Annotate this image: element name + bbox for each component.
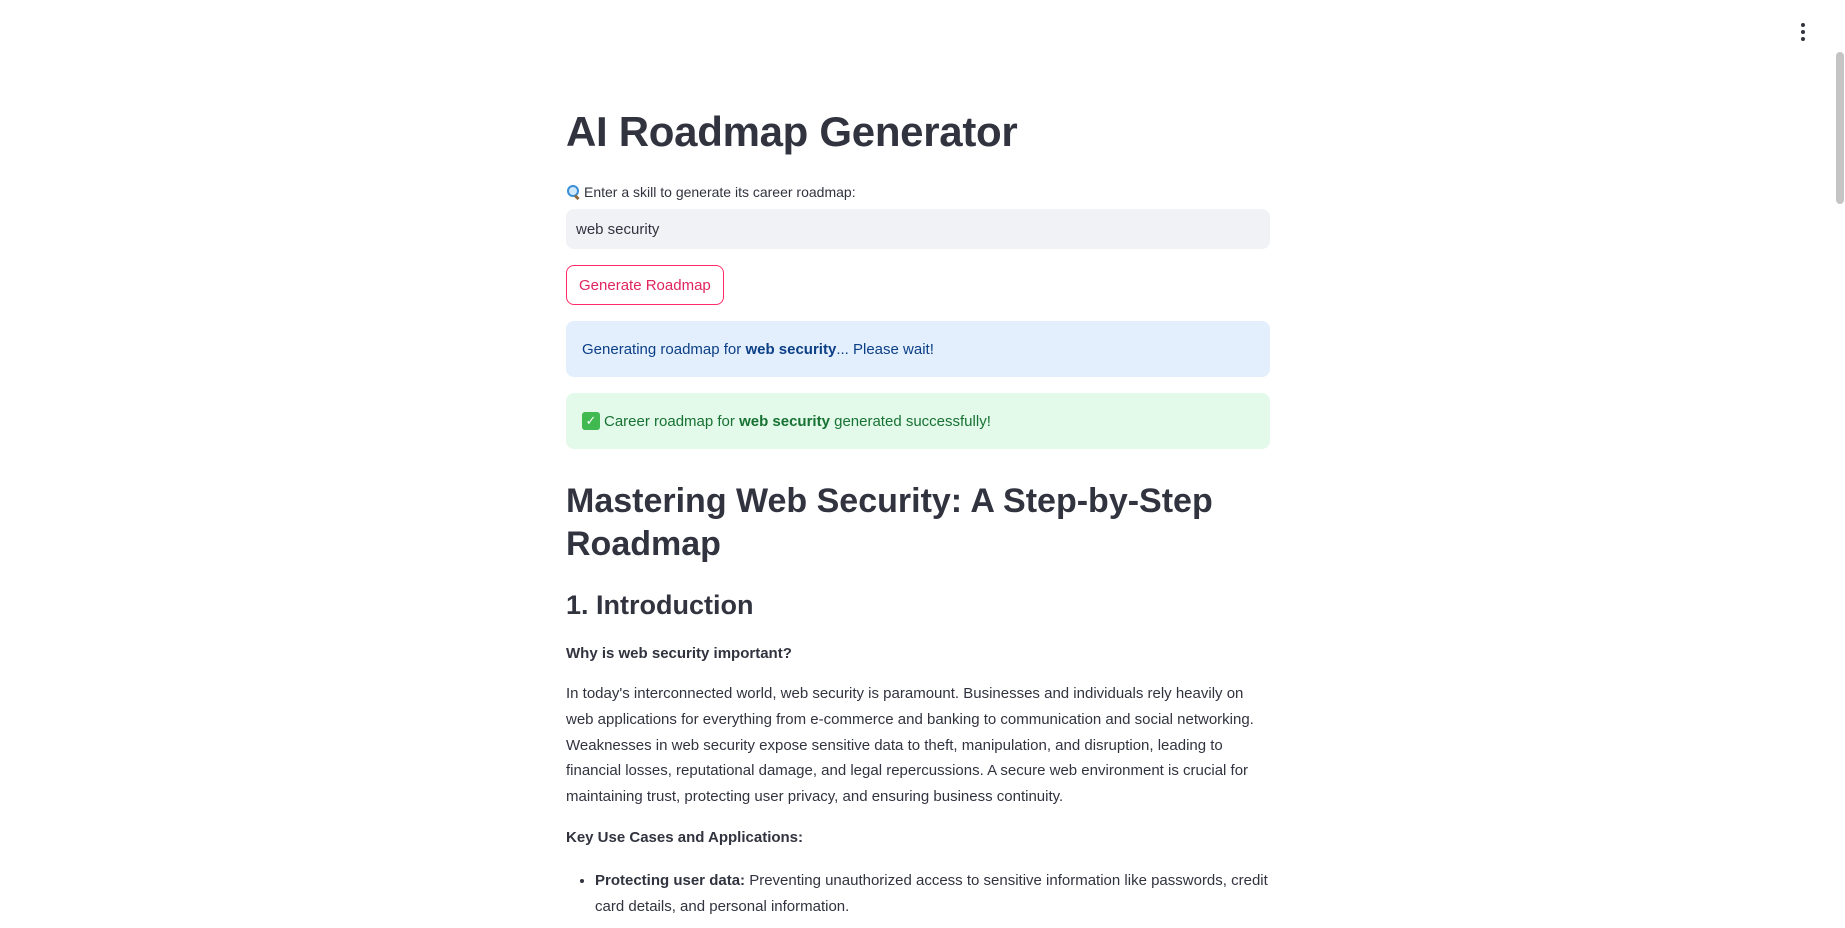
generate-roadmap-button[interactable]: Generate Roadmap: [566, 265, 724, 305]
roadmap-title: Mastering Web Security: A Step-by-Step R…: [566, 482, 1213, 563]
check-mark-button-icon: ✓: [582, 412, 600, 430]
use-cases-heading: Key Use Cases and Applications:: [566, 829, 804, 846]
list-item: Protecting user data: Preventing unautho…: [595, 868, 1270, 920]
use-cases-list: Protecting user data: Preventing unautho…: [566, 868, 1270, 920]
skill-input-label-text: Enter a skill to generate its career roa…: [584, 184, 856, 200]
success-alert-skill: web security: [739, 412, 830, 430]
list-item-label: Protecting user data:: [595, 872, 746, 889]
section-title-introduction: 1. Introduction: [566, 590, 754, 620]
main-menu-button[interactable]: [1791, 19, 1815, 45]
intro-paragraph: In today's interconnected world, web sec…: [566, 685, 1254, 806]
skill-input-label: Enter a skill to generate its career roa…: [566, 184, 856, 201]
info-alert: Generating roadmap for web security... P…: [566, 321, 1270, 377]
success-alert: ✓ Career roadmap for web security genera…: [566, 393, 1270, 449]
scrollbar-thumb[interactable]: [1836, 52, 1844, 204]
success-alert-suffix: generated successfully!: [829, 412, 991, 430]
vertical-ellipsis-icon: [1801, 23, 1805, 27]
page-title: AI Roadmap Generator: [566, 108, 1018, 155]
app-window: AI Roadmap Generator Enter a skill to ge…: [0, 0, 1845, 928]
skill-input[interactable]: [566, 209, 1270, 249]
info-alert-prefix: Generating roadmap for: [582, 340, 746, 358]
why-heading: Why is web security important?: [566, 645, 792, 662]
info-alert-suffix: ... Please wait!: [836, 340, 934, 358]
page-scrollbar[interactable]: [1835, 0, 1845, 928]
success-alert-prefix: Career roadmap for: [604, 412, 740, 430]
info-alert-skill: web security: [745, 340, 837, 358]
magnifying-glass-icon: [566, 185, 580, 201]
